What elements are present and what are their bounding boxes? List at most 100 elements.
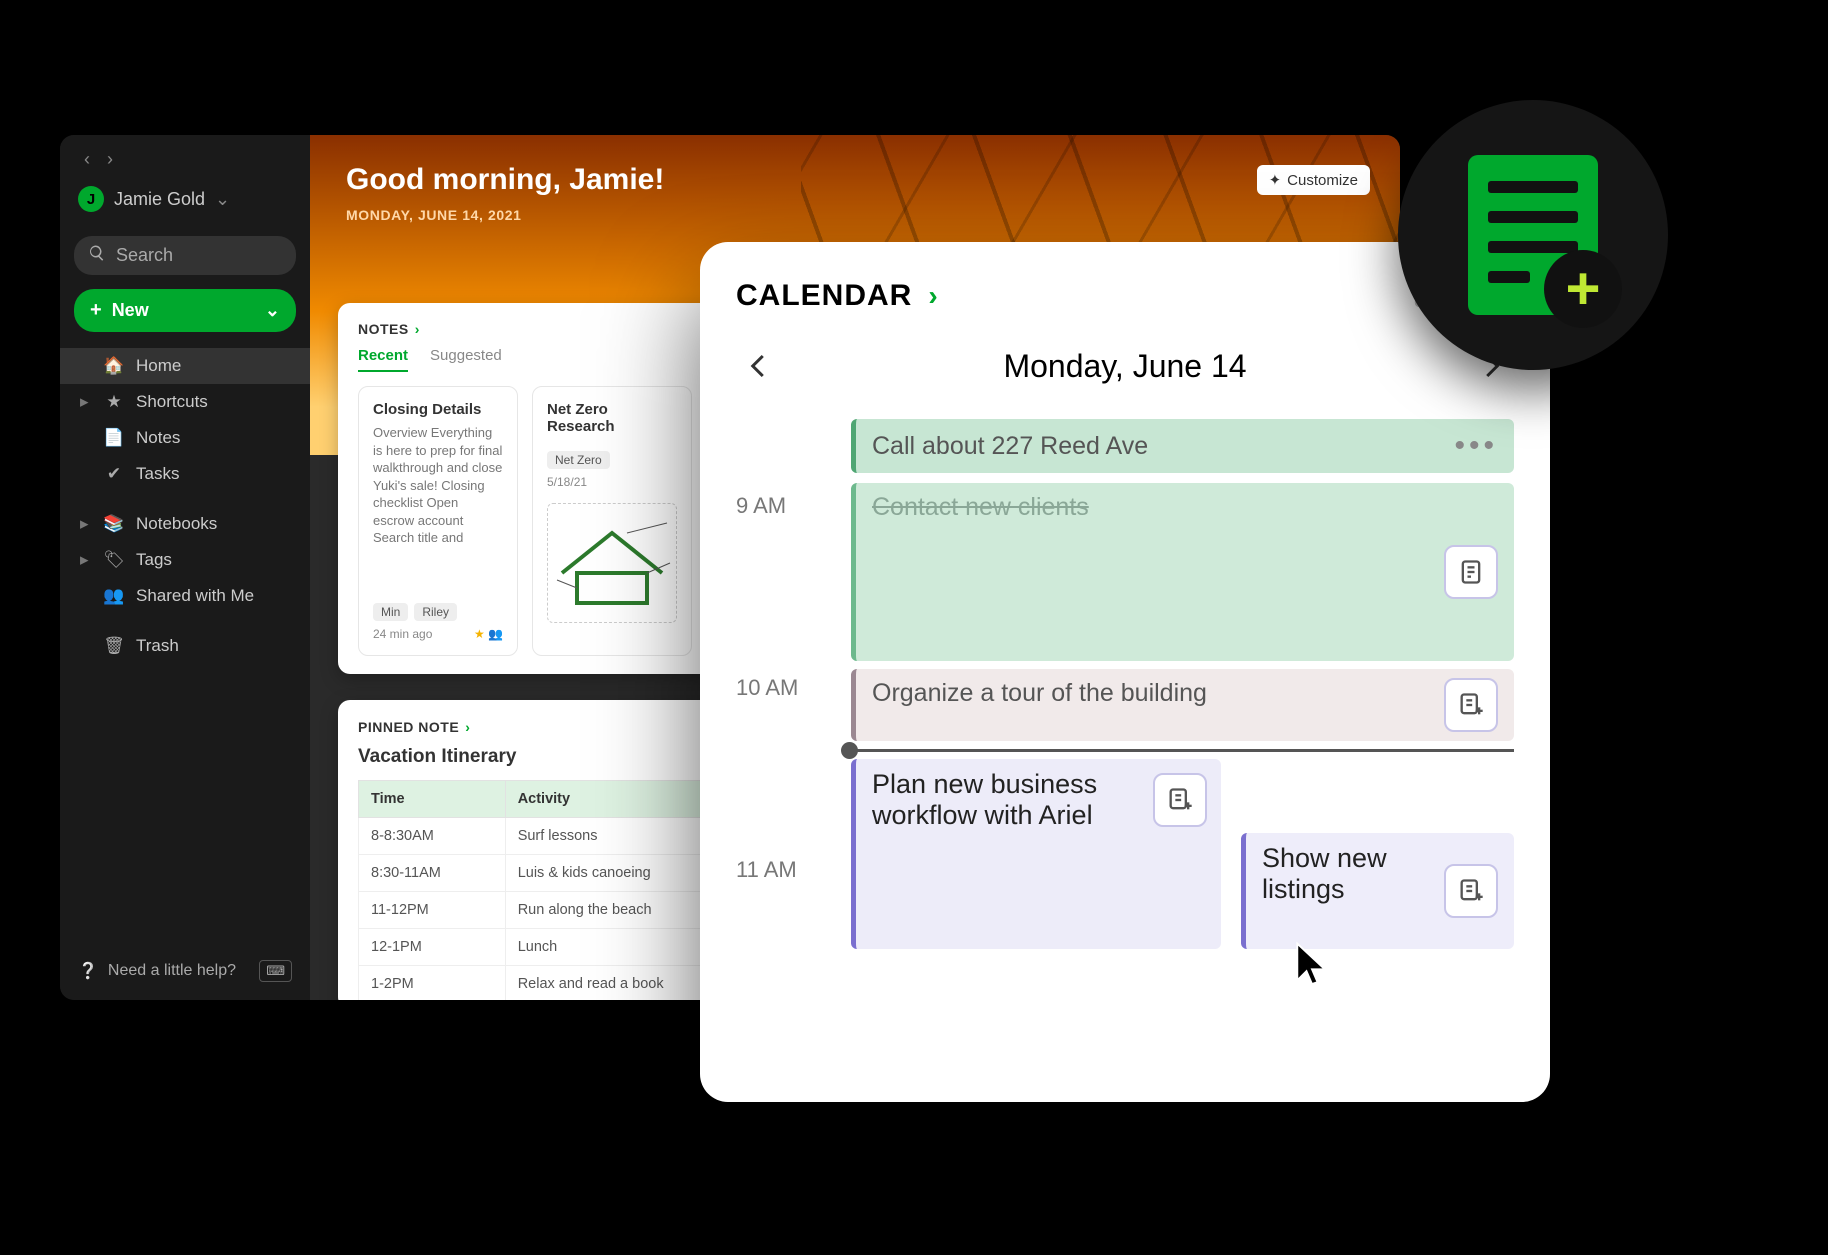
sidebar-item-notes[interactable]: 📄 Notes <box>60 420 310 456</box>
event-title: Show new listings <box>1262 843 1444 905</box>
help-label: Need a little help? <box>108 962 236 980</box>
calendar-event[interactable]: Plan new business workflow with Ariel <box>851 759 1221 949</box>
event-title: Contact new clients <box>872 493 1444 522</box>
new-button[interactable]: + New ⌄ <box>74 289 296 332</box>
note-card[interactable]: Net Zero Research Net Zero 5/18/21 <box>532 386 692 656</box>
sidebar-item-label: Tasks <box>136 464 179 484</box>
widget-title[interactable]: PINNED NOTE › <box>358 719 470 735</box>
plus-icon: + <box>90 299 102 322</box>
table-cell: 8:30-11AM <box>359 855 506 892</box>
chevron-right-icon: › <box>928 280 937 312</box>
expand-icon[interactable]: ▸ <box>80 392 92 412</box>
create-note-button[interactable] <box>1444 864 1498 918</box>
new-button-label: New <box>112 300 149 321</box>
plus-icon: + <box>1544 250 1622 328</box>
table-cell: 8-8:30AM <box>359 818 506 855</box>
current-time-indicator <box>851 749 1514 752</box>
chevron-down-icon: ⌄ <box>265 300 280 321</box>
calendar-event[interactable]: Contact new clients <box>851 483 1514 661</box>
keyboard-icon[interactable]: ⌨ <box>259 960 292 982</box>
search-placeholder: Search <box>116 245 173 266</box>
customize-label: Customize <box>1287 172 1358 189</box>
hour-label: 10 AM <box>736 675 798 701</box>
table-cell: 11-12PM <box>359 892 506 929</box>
widget-title-label: PINNED NOTE <box>358 719 459 735</box>
event-title: Organize a tour of the building <box>872 679 1444 708</box>
note-timestamp: 5/18/21 <box>547 475 677 489</box>
sidebar-item-tasks[interactable]: ✔ Tasks <box>60 456 310 492</box>
note-tag: Riley <box>414 603 457 621</box>
star-icon: ★ <box>104 392 124 412</box>
sidebar-item-shortcuts[interactable]: ▸ ★ Shortcuts <box>60 384 310 420</box>
home-icon: 🏠 <box>104 356 124 376</box>
sidebar-item-notebooks[interactable]: ▸ 📚 Notebooks <box>60 506 310 542</box>
calendar-event[interactable]: Show new listings <box>1241 833 1514 949</box>
new-note-badge: + <box>1398 100 1668 370</box>
notebook-icon: 📚 <box>104 514 124 534</box>
account-switcher[interactable]: J Jamie Gold ⌄ <box>78 180 292 226</box>
time-axis: 9 AM 10 AM 11 AM <box>736 419 846 1059</box>
expand-icon[interactable]: ▸ <box>80 550 92 570</box>
search-icon <box>88 244 106 267</box>
help-icon: ❔ <box>78 961 98 981</box>
tab-suggested[interactable]: Suggested <box>430 347 502 372</box>
widget-title-label: NOTES <box>358 321 409 337</box>
note-timestamp: 24 min ago <box>373 627 432 641</box>
create-note-button[interactable] <box>1153 773 1207 827</box>
people-icon: 👥 <box>104 586 124 606</box>
more-icon[interactable]: ••• <box>1454 429 1498 463</box>
calendar-date-heading: Monday, June 14 <box>1003 348 1246 385</box>
sidebar-item-label: Shared with Me <box>136 586 254 606</box>
sparkle-icon: ✦ <box>1269 171 1282 189</box>
calendar-title[interactable]: CALENDAR <box>736 279 912 313</box>
window-nav-arrows[interactable]: ‹ › <box>78 149 292 180</box>
table-cell: 12-1PM <box>359 929 506 966</box>
sidebar-item-label: Shortcuts <box>136 392 208 412</box>
tag-icon: 🏷 <box>104 550 124 570</box>
trash-icon: 🗑 <box>104 636 124 656</box>
note-title: Net Zero Research <box>547 401 677 435</box>
table-cell: 1-2PM <box>359 966 506 1001</box>
sidebar-item-tags[interactable]: ▸ 🏷 Tags <box>60 542 310 578</box>
help-link[interactable]: ❔ Need a little help? ⌨ <box>60 946 310 1000</box>
hour-label: 9 AM <box>736 493 786 519</box>
prev-day-button[interactable] <box>736 343 782 389</box>
sidebar-item-label: Tags <box>136 550 172 570</box>
table-header: Time <box>359 781 506 818</box>
event-title: Call about 227 Reed Ave <box>872 432 1454 461</box>
sidebar: ‹ › J Jamie Gold ⌄ Search + New ⌄ <box>60 135 310 1000</box>
tab-recent[interactable]: Recent <box>358 347 408 372</box>
calendar-event-allday[interactable]: Call about 227 Reed Ave ••• <box>851 419 1514 473</box>
search-input[interactable]: Search <box>74 236 296 275</box>
note-tag: Net Zero <box>547 451 610 469</box>
sidebar-item-label: Home <box>136 356 181 376</box>
sidebar-item-trash[interactable]: 🗑 Trash <box>60 628 310 664</box>
avatar: J <box>78 186 104 212</box>
hour-label: 11 AM <box>736 857 797 883</box>
calendar-widget: CALENDAR › ••• Monday, June 14 9 AM 10 A… <box>700 242 1550 1102</box>
sidebar-item-label: Trash <box>136 636 179 656</box>
create-note-button[interactable] <box>1444 678 1498 732</box>
greeting: Good morning, Jamie! <box>346 163 1364 197</box>
open-note-button[interactable] <box>1444 545 1498 599</box>
sidebar-item-shared[interactable]: 👥 Shared with Me <box>60 578 310 614</box>
sidebar-item-home[interactable]: 🏠 Home <box>60 348 310 384</box>
note-snippet: Overview Everything is here to prep for … <box>373 424 503 593</box>
note-title: Closing Details <box>373 401 503 418</box>
sidebar-item-label: Notebooks <box>136 514 217 534</box>
note-icon: 📄 <box>104 428 124 448</box>
note-tag: Min <box>373 603 408 621</box>
customize-button[interactable]: ✦ Customize <box>1257 165 1370 195</box>
sidebar-item-label: Notes <box>136 428 180 448</box>
sidebar-nav: 🏠 Home ▸ ★ Shortcuts 📄 Notes ✔ Tasks ▸ <box>60 348 310 946</box>
expand-icon[interactable]: ▸ <box>80 514 92 534</box>
chevron-right-icon: › <box>415 321 420 337</box>
shared-icon: 👥 <box>488 627 503 641</box>
user-name: Jamie Gold <box>114 189 205 210</box>
note-thumbnail <box>547 503 677 623</box>
check-icon: ✔ <box>104 464 124 484</box>
header-date: MONDAY, JUNE 14, 2021 <box>346 207 1364 223</box>
mouse-cursor-icon <box>1290 940 1334 984</box>
calendar-event[interactable]: Organize a tour of the building <box>851 669 1514 741</box>
note-card[interactable]: Closing Details Overview Everything is h… <box>358 386 518 656</box>
